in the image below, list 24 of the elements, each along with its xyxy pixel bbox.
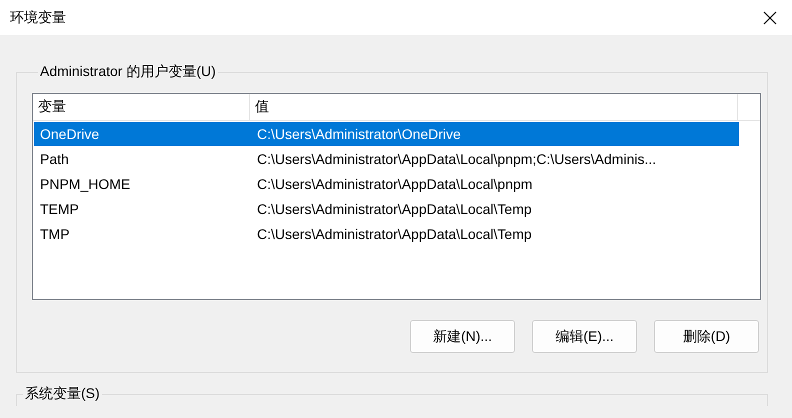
list-row[interactable]: PNPM_HOME C:\Users\Administrator\AppData\Local\pnpm [34,172,739,196]
group-legend: Administrator 的用户变量(U) [38,63,218,81]
list-row[interactable]: TMP C:\Users\Administrator\AppData\Local\Temp [34,222,739,246]
list-row[interactable]: OneDrive C:\Users\Administrator\OneDrive [34,122,739,146]
list-row[interactable]: Path C:\Users\Administrator\AppData\Local\pnpm;C:\Users\Adminis... [34,147,739,171]
dialog-button[interactable]: 删除(D) [654,320,759,353]
window-title: 环境变量 [10,8,66,26]
variable-value: C:\Users\Administrator\AppData\Local\pnpm;C:\Users\Adminis... [256,151,658,167]
close-icon[interactable] [762,10,778,26]
variable-name: OneDrive [39,126,100,142]
variable-value: C:\Users\Administrator\AppData\Local\Temp [256,201,533,217]
variable-name: Path [39,151,70,167]
variable-name: TMP [39,226,71,242]
list-row[interactable]: TEMP C:\Users\Administrator\AppData\Local\Temp [34,197,739,221]
column-header[interactable]: 值 [250,94,738,120]
dialog-button[interactable]: 编辑(E)... [532,320,637,353]
variable-name: TEMP [39,201,80,217]
variable-value: C:\Users\Administrator\OneDrive [256,126,462,142]
variable-name: PNPM_HOME [39,176,132,192]
dialog-button[interactable]: 新建(N)... [410,320,515,353]
variable-value: C:\Users\Administrator\AppData\Local\Temp [256,226,533,242]
variable-value: C:\Users\Administrator\AppData\Local\pnpm [256,176,534,192]
column-header[interactable]: 变量 [33,94,250,120]
group-legend: 系统变量(S) [23,385,102,403]
